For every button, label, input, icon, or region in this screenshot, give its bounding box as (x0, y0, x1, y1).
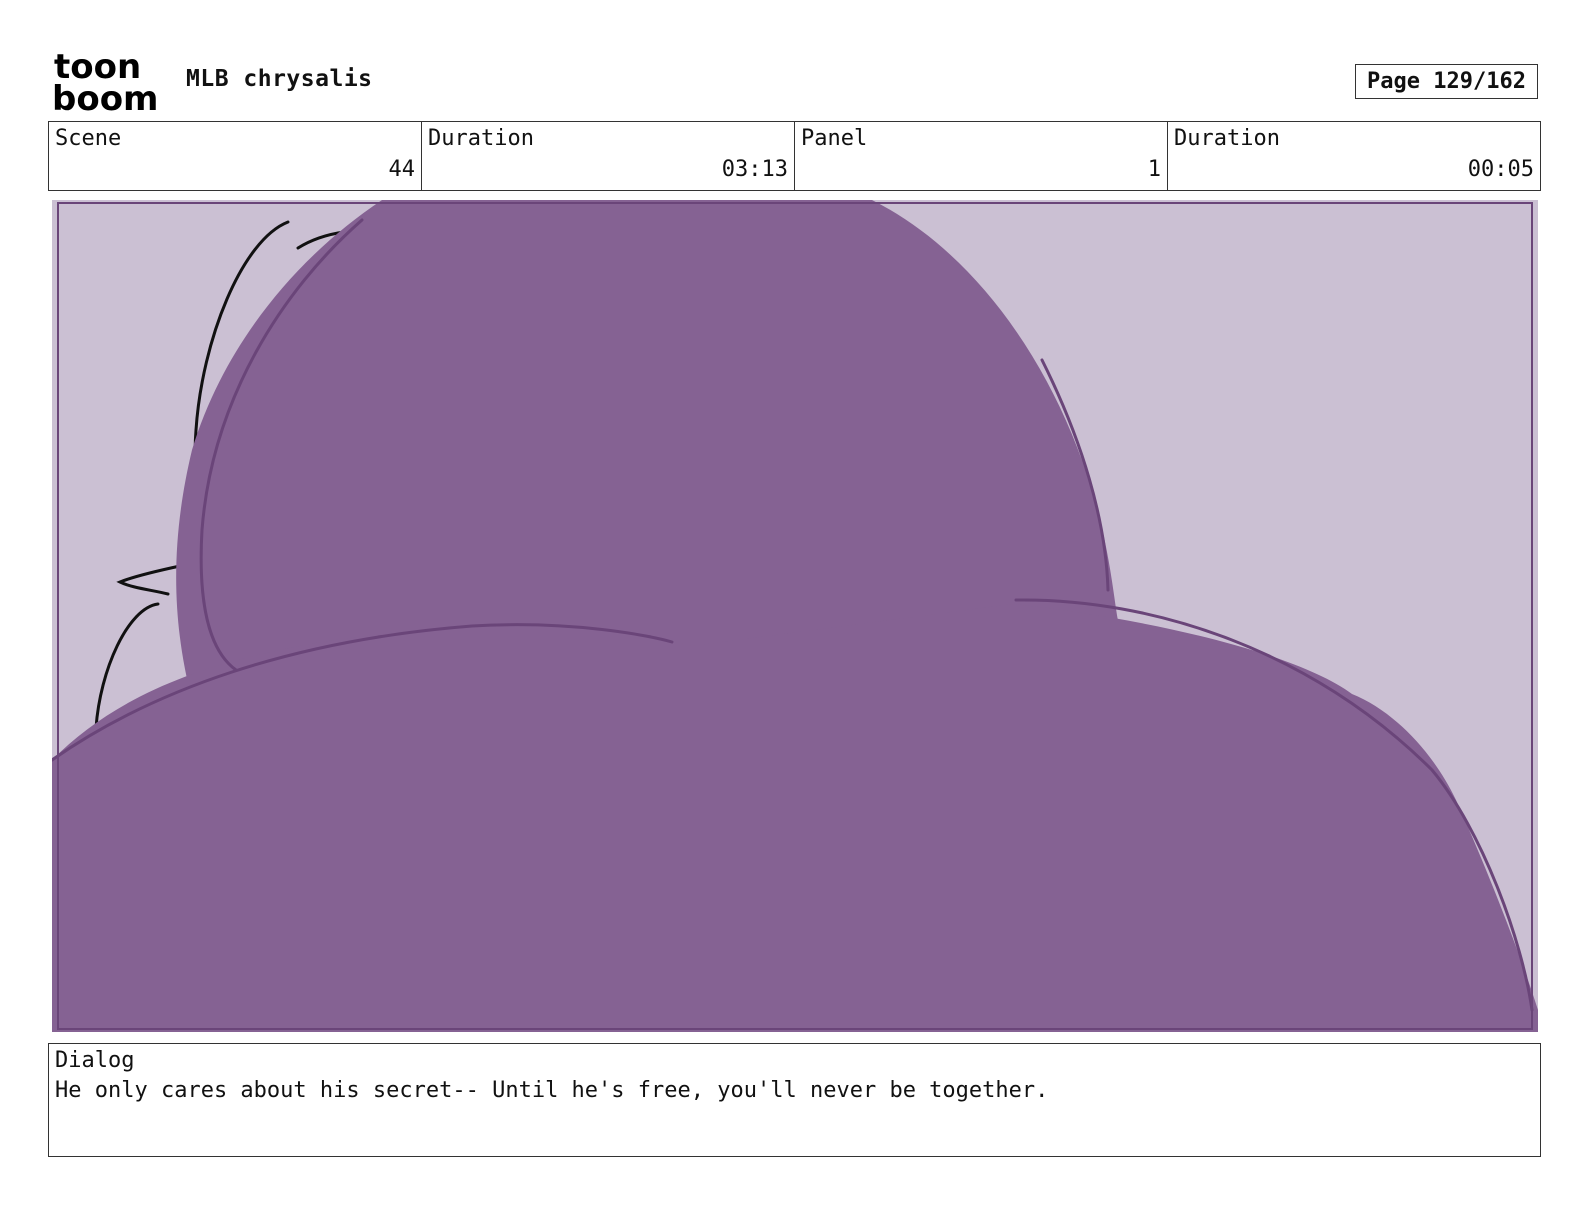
scene-duration-value: 03:13 (721, 157, 788, 182)
scene-cell: Scene 44 (49, 122, 422, 190)
scene-label: Scene (55, 126, 122, 151)
panel-duration-value: 00:05 (1467, 157, 1534, 182)
dialog-text: He only cares about his secret-- Until h… (55, 1078, 1049, 1103)
shoulder-silhouette (52, 604, 1538, 1032)
page-indicator: Page 129/162 (1355, 64, 1538, 99)
scene-duration-cell: Duration 03:13 (422, 122, 795, 190)
scene-info-table: Scene 44 Duration 03:13 Panel 1 Duration… (48, 121, 1541, 191)
panel-duration-cell: Duration 00:05 (1168, 122, 1540, 190)
logo-text-bottom: boom (52, 79, 158, 114)
project-title: MLB chrysalis (186, 66, 373, 92)
storyboard-panel-image (52, 200, 1538, 1032)
toon-boom-logo-icon: toon boom (52, 47, 164, 119)
panel-duration-label: Duration (1174, 126, 1280, 151)
panel-value: 1 (1147, 157, 1161, 182)
scene-value: 44 (388, 157, 416, 182)
dialog-label: Dialog (55, 1048, 135, 1073)
panel-cell: Panel 1 (795, 122, 1168, 190)
scene-duration-label: Duration (428, 126, 534, 151)
panel-label: Panel (801, 126, 868, 151)
dialog-box: Dialog He only cares about his secret-- … (48, 1043, 1541, 1157)
